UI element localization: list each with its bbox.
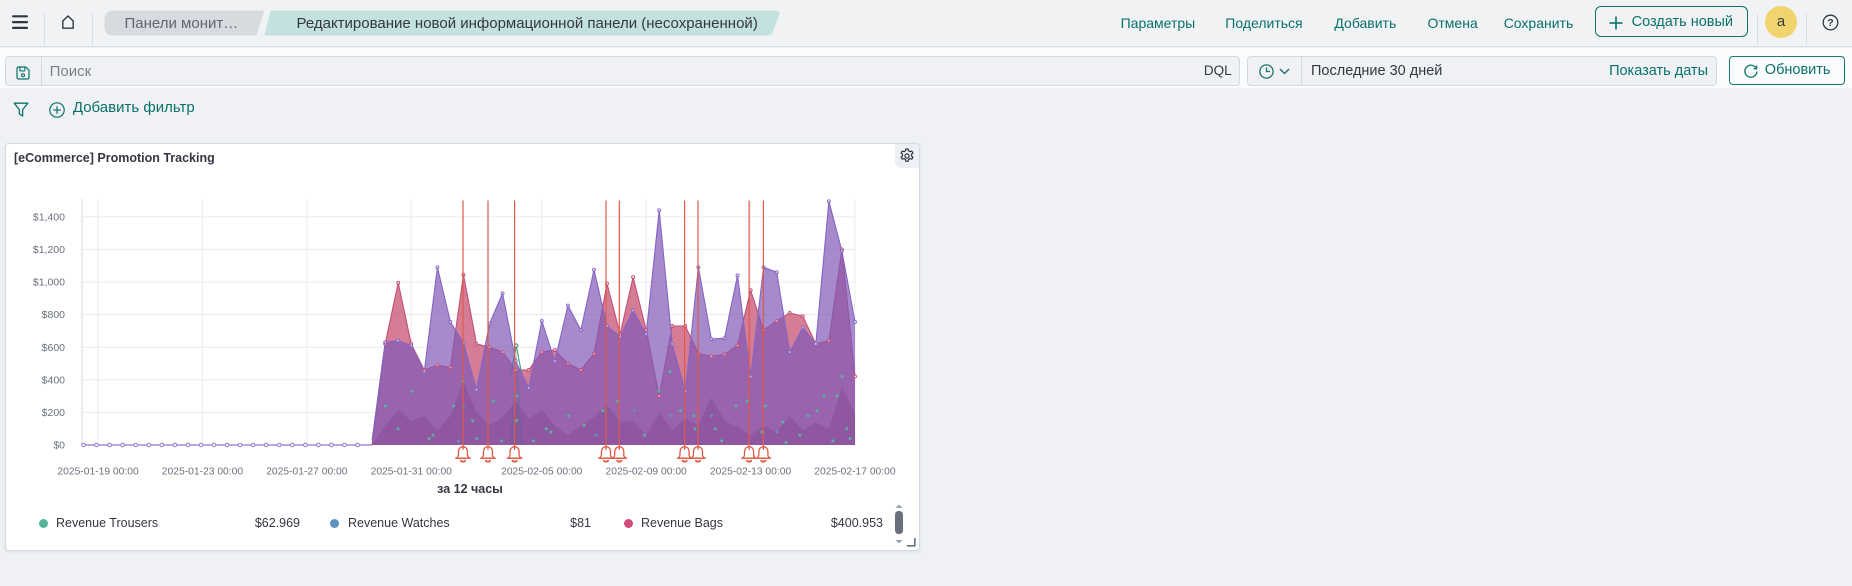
svg-text:Панели монит…: Панели монит…	[125, 15, 239, 32]
svg-text:?: ?	[1827, 17, 1833, 29]
svg-text:2025-01-19 00:00: 2025-01-19 00:00	[57, 466, 139, 477]
svg-text:$1,400: $1,400	[33, 211, 65, 223]
svg-text:2025-01-23 00:00: 2025-01-23 00:00	[162, 466, 244, 477]
svg-text:2025-02-09 00:00: 2025-02-09 00:00	[605, 466, 687, 477]
svg-text:$1,000: $1,000	[33, 277, 65, 289]
svg-text:$800: $800	[42, 309, 66, 321]
svg-text:$0: $0	[53, 440, 65, 452]
svg-text:$200: $200	[42, 407, 66, 419]
svg-text:2025-01-31 00:00: 2025-01-31 00:00	[371, 466, 453, 477]
svg-text:2025-02-17 00:00: 2025-02-17 00:00	[814, 466, 896, 477]
svg-text:2025-02-05 00:00: 2025-02-05 00:00	[501, 466, 583, 477]
svg-text:Редактирование новой информаци: Редактирование новой информационной пане…	[297, 15, 758, 32]
svg-text:2025-01-27 00:00: 2025-01-27 00:00	[266, 466, 348, 477]
svg-text:$1,200: $1,200	[33, 244, 65, 256]
svg-text:$600: $600	[42, 342, 66, 354]
svg-text:$400: $400	[42, 374, 66, 386]
svg-text:за 12 часы: за 12 часы	[437, 482, 503, 496]
svg-text:2025-02-13 00:00: 2025-02-13 00:00	[710, 466, 792, 477]
